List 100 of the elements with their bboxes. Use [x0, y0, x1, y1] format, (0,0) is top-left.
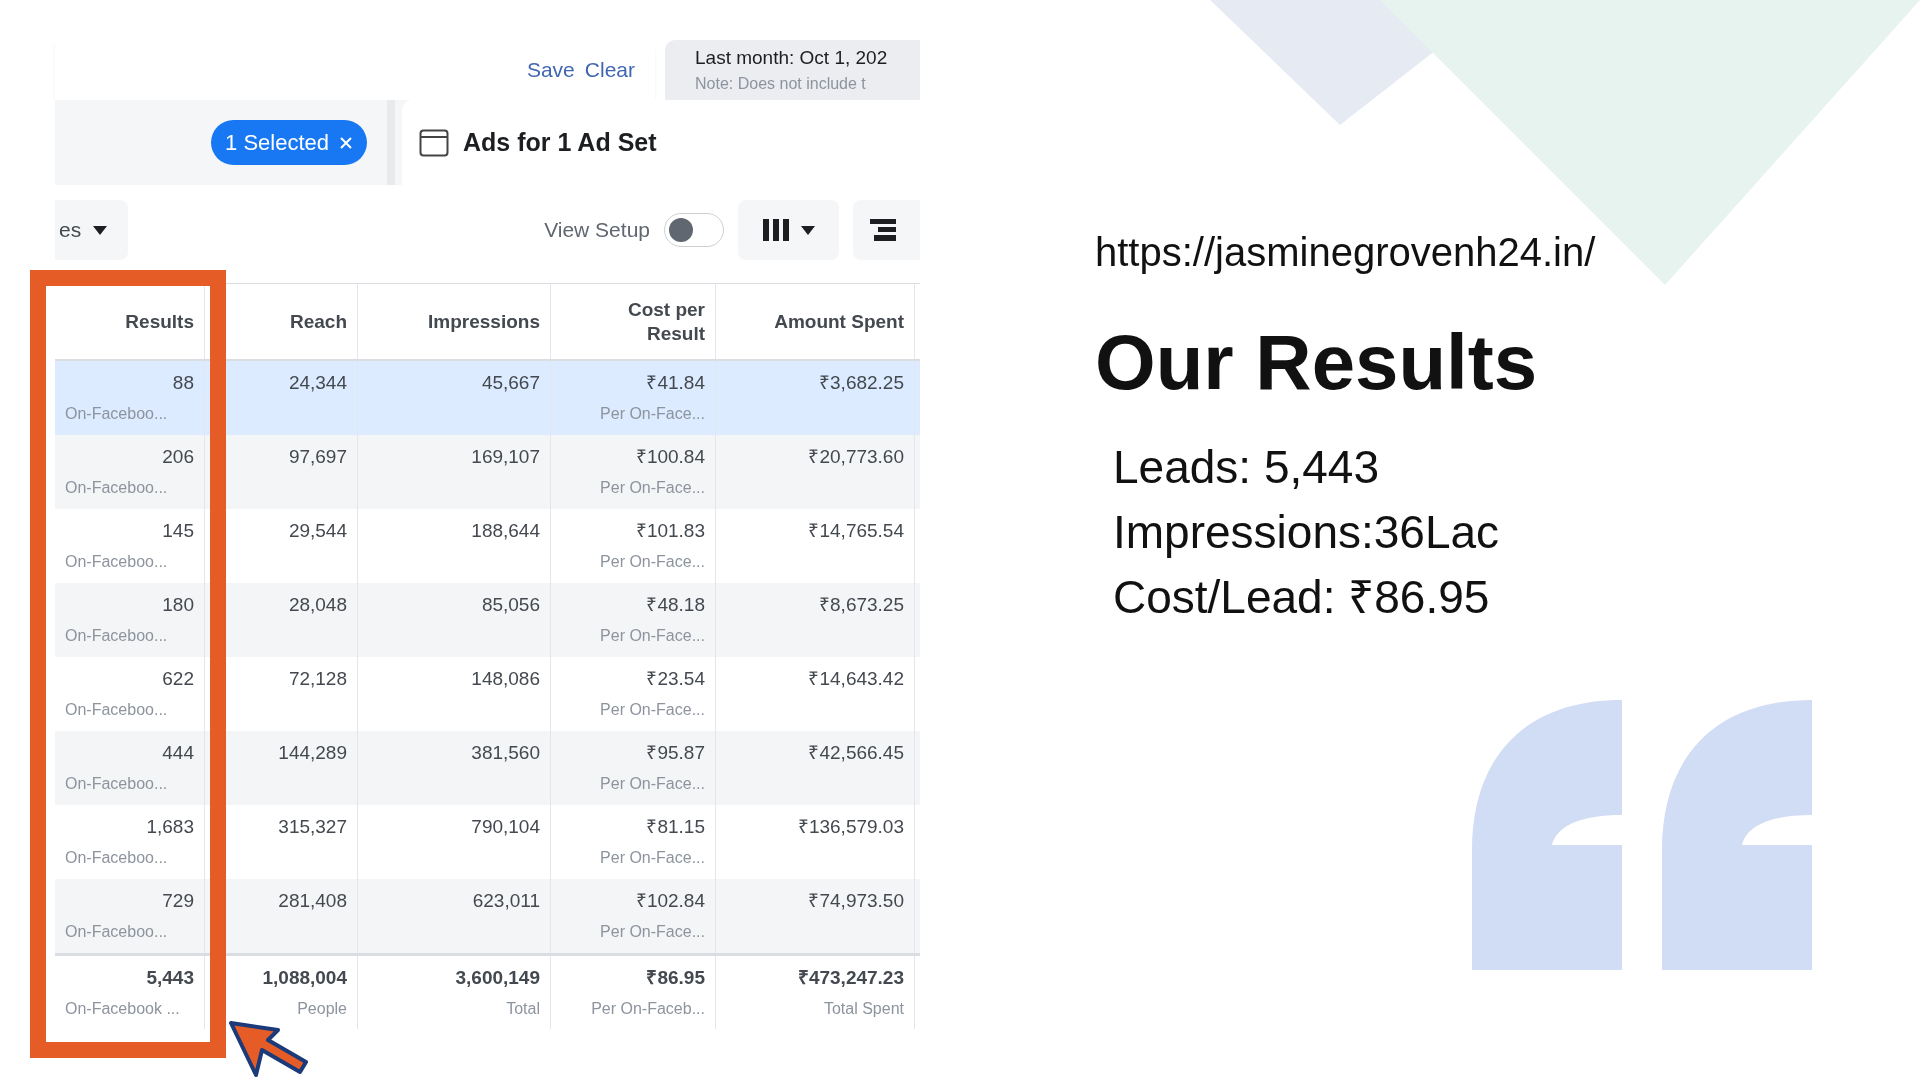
cell-caption: Per On-Faceb... [591, 998, 705, 1019]
table-cell-text: 622 [162, 667, 194, 691]
column-header[interactable]: Reach [289, 309, 347, 334]
toolbar-link[interactable]: Clear [584, 54, 635, 86]
table-cell-text: 97,697 [288, 445, 347, 469]
cell-caption: On-Faceboo... [65, 403, 168, 424]
table-cell-text: ₹42,566.45 [808, 741, 904, 765]
stat-line: Leads: 5,443 [1113, 440, 1380, 495]
column-header[interactable]: Amount Spent [774, 309, 904, 334]
table-cell-text: ₹101.83 [635, 519, 705, 543]
table-cell-text: 315,327 [278, 815, 347, 839]
table-cell-text: ₹23.54 [646, 667, 705, 691]
table-cell-text: ₹136,579.03 [797, 815, 904, 839]
table-cell-text: ₹95.87 [646, 741, 705, 765]
table-cell-text: 144,289 [278, 741, 347, 765]
column-header[interactable]: Results [125, 309, 194, 334]
table-row[interactable]: 444 On-Faceboo... 144,289 381,560 ₹95.87 Per On-Face... ₹42,566.45 [55, 731, 920, 805]
breakdown-icon [870, 219, 896, 241]
table-cell-text: ₹86.95 [646, 966, 705, 990]
columns-icon [762, 219, 789, 241]
table-cell-text: 85,056 [481, 593, 540, 617]
cell-caption: On-Faceboo... [65, 699, 168, 720]
table-cell-text: ₹41.84 [646, 371, 705, 395]
cell-caption: Per On-Face... [600, 699, 705, 720]
table-row[interactable]: 729 On-Faceboo... 281,408 623,011 ₹102.84 Per On-Face... ₹74,973.50 [55, 879, 920, 953]
table-row[interactable]: 180 On-Faceboo... 28,048 85,056 ₹48.18 Per On-Face... ₹8,673.25 [55, 583, 920, 657]
table-row[interactable]: 206 On-Faceboo... 97,697 169,107 ₹100.84 Per On-Face... ₹20,773.60 [55, 435, 920, 509]
table-cell-text: ₹48.18 [646, 593, 705, 617]
table-cell-text: ₹3,682.25 [819, 371, 904, 395]
view-setup-label: View Setup [544, 217, 650, 244]
column-header[interactable]: Impressions [428, 309, 540, 334]
filter-dropdown[interactable]: es [55, 200, 128, 260]
stat-line: Impressions:36Lac [1113, 505, 1501, 560]
date-range-panel[interactable]: Last month: Oct 1, 202 Note: Does not include t [665, 40, 920, 100]
table-cell-text: 29,544 [288, 519, 347, 543]
table-cell-text: ₹102.84 [635, 889, 705, 913]
cell-caption: Total Spent [823, 998, 904, 1019]
breakdown-button[interactable] [853, 200, 920, 260]
table-cell-text: 790,104 [471, 815, 540, 839]
close-icon [339, 135, 353, 150]
table-cell-text: 72,128 [288, 667, 347, 691]
column-header[interactable]: Cost per Result [615, 297, 705, 346]
cursor-arrow-icon [228, 1020, 310, 1078]
selection-pill[interactable]: 1 Selected [211, 120, 367, 165]
tab-title: Ads for 1 Ad Set [463, 126, 657, 158]
cell-caption: On-Facebook ... [65, 998, 180, 1019]
date-note: Note: Does not include t [695, 74, 867, 95]
slide-title: Our Results [1095, 317, 1539, 408]
table-cell-text: 3,600,149 [455, 966, 540, 990]
table-cell-text: 45,667 [481, 371, 540, 395]
table-cell-text: ₹14,643.42 [808, 667, 904, 691]
cell-caption: Per On-Face... [600, 625, 705, 646]
table-cell-text: 729 [162, 889, 194, 913]
table-row[interactable]: 88 On-Faceboo... 24,344 45,667 ₹41.84 Per On-Face... ₹3,682.25 [55, 361, 920, 435]
toolbar-link[interactable]: Save [526, 54, 575, 86]
cell-caption: On-Faceboo... [65, 921, 168, 942]
view-setup-toggle[interactable] [664, 213, 724, 247]
table-cell-text: 1,088,004 [262, 966, 347, 990]
table-cell-text: 623,011 [472, 889, 540, 913]
cell-caption: On-Faceboo... [65, 477, 168, 498]
quote-icon [1472, 700, 1812, 970]
date-range: Last month: Oct 1, 202 [695, 45, 889, 70]
cell-caption: On-Faceboo... [65, 773, 168, 794]
cell-caption: Per On-Face... [600, 847, 705, 868]
table-cell-text: ₹14,765.54 [808, 519, 904, 543]
stat-line: Cost/Lead: ₹86.95 [1113, 570, 1491, 625]
table-cell-text: 145 [162, 519, 194, 543]
cell-caption: People [297, 998, 347, 1019]
table-cell-text: ₹74,973.50 [808, 889, 904, 913]
table-cell-text: 381,560 [471, 741, 540, 765]
table-cell-text: 281,408 [278, 889, 347, 913]
table-cell-text: ₹473,247.23 [797, 966, 904, 990]
cell-caption: Per On-Face... [600, 921, 705, 942]
table-cell-text: 169,107 [471, 445, 540, 469]
cell-caption: Total [506, 998, 540, 1019]
table-cell-text: 148,086 [471, 667, 540, 691]
cell-caption: Per On-Face... [600, 551, 705, 572]
cell-caption: On-Faceboo... [65, 625, 168, 646]
table-cell-text: ₹81.15 [646, 815, 705, 839]
table-cell-text: 88 [172, 371, 194, 395]
columns-button[interactable] [738, 200, 839, 260]
table-cell-text: ₹8,673.25 [819, 593, 904, 617]
cell-caption: Per On-Face... [600, 403, 705, 424]
table-cell-text: 444 [162, 741, 194, 765]
table-cell-text: 28,048 [288, 593, 347, 617]
website-url[interactable]: https://jasminegrovenh24.in/ [1095, 222, 1596, 282]
table-cell-text: ₹20,773.60 [808, 445, 904, 469]
table-cell-text: 1,683 [146, 815, 194, 839]
table-cell-text: 5,443 [146, 966, 194, 990]
caret-icon [93, 225, 108, 235]
caret-icon [800, 225, 815, 235]
table-cell-text: 24,344 [288, 371, 347, 395]
cell-caption: On-Faceboo... [65, 551, 168, 572]
ads-tab[interactable]: Ads for 1 Ad Set [402, 100, 920, 185]
cell-caption: Per On-Face... [600, 773, 705, 794]
table-cell-text: 206 [162, 445, 194, 469]
table-cell-text: ₹100.84 [635, 445, 705, 469]
cell-caption: On-Faceboo... [65, 847, 168, 868]
table-cell-text: 188,644 [471, 519, 540, 543]
cell-caption: Per On-Face... [600, 477, 705, 498]
